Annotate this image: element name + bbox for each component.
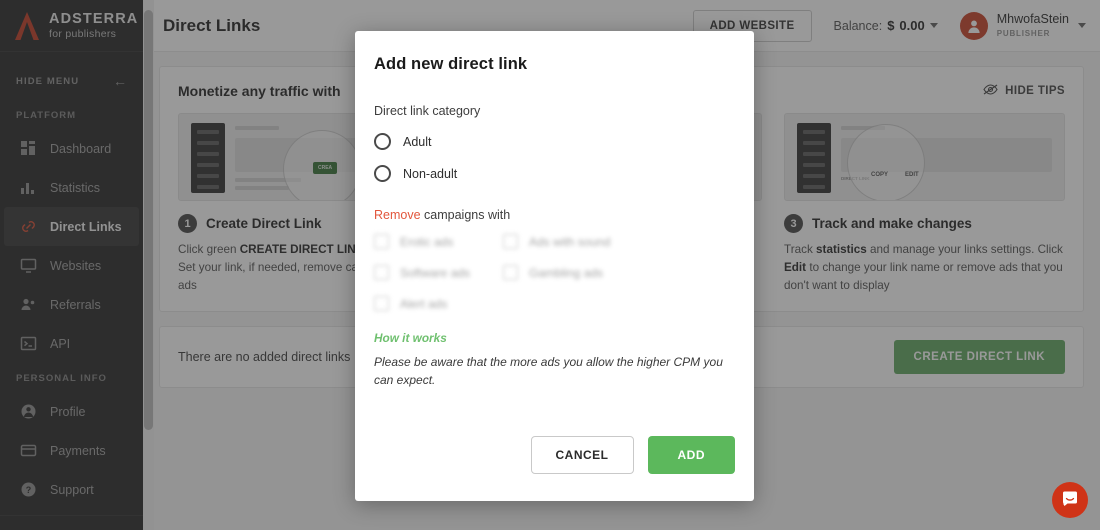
checkbox-box-icon: [503, 265, 518, 280]
remove-accent-word: Remove: [374, 208, 421, 222]
modal-title: Add new direct link: [374, 55, 528, 73]
checkbox-label: Ads with sound: [529, 234, 611, 249]
radio-label: Adult: [403, 134, 432, 149]
how-it-works-body: Please be aware that the more ads you al…: [374, 355, 723, 387]
checkbox-box-icon: [374, 234, 389, 249]
remove-campaigns-label: Remove campaigns with: [374, 208, 735, 222]
app-root: ADSTERRA for publishers HIDE MENU ← PLAT…: [0, 0, 1100, 530]
add-direct-link-modal: Add new direct link Direct link category…: [355, 31, 754, 501]
radio-option-non-adult[interactable]: Non-adult: [374, 165, 735, 182]
chat-bubble-icon: [1061, 489, 1079, 512]
checkbox-box-icon: [374, 265, 389, 280]
remove-rest-text: campaigns with: [420, 208, 511, 222]
add-button[interactable]: ADD: [647, 436, 735, 474]
checkbox-option-erotic-ads: Erotic ads: [374, 234, 503, 249]
chat-widget-button[interactable]: [1052, 482, 1088, 518]
checkbox-label: Software ads: [400, 265, 471, 280]
checkbox-box-icon: [503, 234, 518, 249]
radio-label: Non-adult: [403, 166, 458, 181]
checkbox-box-icon: [374, 296, 389, 311]
checkbox-option-software-ads: Software ads: [374, 265, 503, 280]
checkbox-option-alert-ads: Alert ads: [374, 296, 503, 311]
modal-actions: CANCEL ADD: [374, 436, 735, 501]
radio-option-adult[interactable]: Adult: [374, 133, 735, 150]
category-field-label: Direct link category: [374, 104, 481, 118]
cancel-button[interactable]: CANCEL: [530, 436, 634, 474]
radio-circle-icon[interactable]: [374, 165, 391, 182]
how-it-works-title: How it works: [374, 331, 447, 345]
category-radio-group: Adult Non-adult: [374, 118, 735, 182]
checkbox-label: Alert ads: [400, 296, 448, 311]
checkbox-label: Erotic ads: [400, 234, 454, 249]
radio-circle-icon[interactable]: [374, 133, 391, 150]
checkbox-label: Gambling ads: [529, 265, 604, 280]
checkbox-option-gambling-ads: Gambling ads: [503, 265, 735, 280]
checkbox-option-ads-with-sound: Ads with sound: [503, 234, 735, 249]
ad-type-checkbox-group: Erotic ads Ads with sound Software ads Gamb…: [374, 234, 735, 311]
